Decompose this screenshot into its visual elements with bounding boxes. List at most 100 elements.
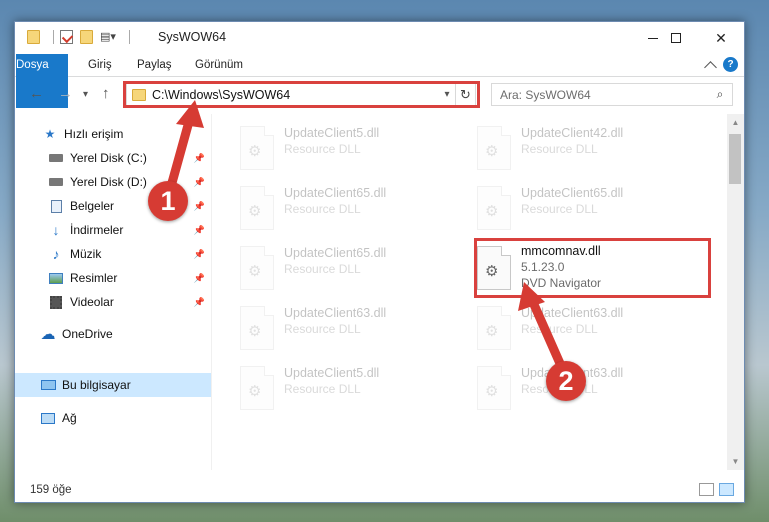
file-type: Resource DLL bbox=[284, 382, 361, 396]
file-item[interactable]: ⚙ UpdateClient63.dll Resource DLL bbox=[240, 302, 465, 356]
file-item[interactable]: ⚙ UpdateClient65.dll Resource DLL bbox=[477, 182, 702, 236]
navigation-pane: ★ Hızlı erişim Yerel Disk (C:) 📌 Yerel D… bbox=[15, 114, 211, 470]
pin-icon: 📌 bbox=[193, 272, 205, 283]
sidebar-item-pictures[interactable]: Resimler 📌 bbox=[15, 266, 211, 290]
file-name: UpdateClient63.dll bbox=[521, 306, 624, 320]
close-button[interactable]: ✕ bbox=[698, 22, 744, 54]
file-name: UpdateClient5.dll bbox=[284, 366, 380, 380]
sidebar-item-local-disk-c[interactable]: Yerel Disk (C:) 📌 bbox=[15, 146, 211, 170]
sidebar-item-onedrive[interactable]: ☁ OneDrive bbox=[15, 322, 211, 346]
gear-icon: ⚙ bbox=[248, 203, 262, 220]
scroll-down-icon[interactable]: ▼ bbox=[727, 453, 744, 470]
sidebar-item-downloads[interactable]: ↓ İndirmeler 📌 bbox=[15, 218, 211, 242]
gear-icon: ⚙ bbox=[248, 263, 262, 280]
sidebar-item-label: Yerel Disk (C:) bbox=[70, 151, 147, 165]
search-input[interactable]: Ara: SysWOW64 bbox=[500, 88, 712, 102]
title-bar: ▤▾ SysWOW64 ✕ bbox=[15, 22, 744, 54]
file-item[interactable]: ⚙ UpdateClient5.dll Resource DLL bbox=[240, 122, 465, 176]
file-list: ⚙ UpdateClient5.dll Resource DLL ⚙ Update… bbox=[225, 114, 725, 470]
download-icon: ↓ bbox=[52, 222, 60, 238]
sidebar-item-label: Yerel Disk (D:) bbox=[70, 175, 147, 189]
details-view-icon[interactable] bbox=[699, 483, 714, 496]
folder-icon bbox=[27, 30, 40, 44]
dll-file-icon: ⚙ bbox=[240, 126, 274, 170]
file-type: Resource DLL bbox=[284, 262, 361, 276]
star-icon: ★ bbox=[44, 127, 56, 141]
back-arrow-icon[interactable]: ← bbox=[29, 85, 44, 102]
recent-locations-icon[interactable]: ▾ bbox=[83, 89, 88, 100]
network-icon bbox=[40, 411, 56, 425]
scrollbar-thumb[interactable] bbox=[729, 134, 741, 184]
item-count: 159 öğe bbox=[30, 484, 72, 496]
properties-icon[interactable] bbox=[60, 30, 73, 44]
file-type: Resource DLL bbox=[521, 142, 598, 156]
pin-icon: 📌 bbox=[193, 224, 205, 235]
file-type: Resource DLL bbox=[521, 202, 598, 216]
address-highlight-box bbox=[123, 81, 480, 108]
file-item[interactable]: ⚙ UpdateClient63.dllResource DLL bbox=[477, 362, 702, 416]
pin-icon: 📌 bbox=[193, 296, 205, 307]
file-type: Resource DLL bbox=[521, 322, 598, 336]
pictures-icon bbox=[48, 271, 64, 285]
sidebar-item-this-pc[interactable]: Bu bilgisayar bbox=[15, 373, 211, 397]
file-item[interactable]: ⚙ UpdateClient5.dll Resource DLL bbox=[240, 362, 465, 416]
tab-view[interactable]: Görünüm bbox=[195, 54, 243, 77]
scroll-up-icon[interactable]: ▲ bbox=[727, 114, 744, 131]
large-icons-view-icon[interactable] bbox=[719, 483, 734, 496]
sidebar-item-network[interactable]: Ağ bbox=[15, 406, 211, 430]
sidebar-item-label: Hızlı erişim bbox=[64, 127, 124, 141]
help-icon[interactable]: ? bbox=[723, 57, 738, 72]
forward-arrow-icon[interactable]: → bbox=[58, 85, 73, 102]
sidebar-item-videos[interactable]: Videolar 📌 bbox=[15, 290, 211, 314]
step-badge-1: 1 bbox=[148, 181, 188, 221]
gear-icon: ⚙ bbox=[485, 383, 499, 400]
gear-icon: ⚙ bbox=[248, 323, 262, 340]
dll-file-icon: ⚙ bbox=[477, 186, 511, 230]
computer-icon bbox=[40, 378, 56, 392]
pin-icon: 📌 bbox=[193, 176, 205, 187]
vertical-scrollbar[interactable]: ▲ ▼ bbox=[727, 114, 744, 470]
quick-access-toolbar: ▤▾ bbox=[27, 30, 136, 44]
separator bbox=[128, 30, 130, 44]
sidebar-item-label: Resimler bbox=[70, 271, 118, 285]
drive-icon bbox=[48, 175, 64, 189]
maximize-button[interactable] bbox=[653, 22, 699, 54]
sidebar-item-label: İndirmeler bbox=[70, 223, 124, 237]
expand-ribbon-icon[interactable] bbox=[704, 60, 717, 74]
file-name: UpdateClient63.dll bbox=[284, 306, 387, 320]
file-item[interactable]: ⚙ UpdateClient65.dll Resource DLL bbox=[240, 182, 465, 236]
file-item[interactable]: ⚙ UpdateClient42.dll Resource DLL bbox=[477, 122, 702, 176]
dll-file-icon: ⚙ bbox=[240, 306, 274, 350]
search-box[interactable]: Ara: SysWOW64 ⌕ bbox=[491, 83, 733, 106]
window-title: SysWOW64 bbox=[158, 30, 227, 44]
music-icon: ♪ bbox=[52, 246, 60, 262]
dll-file-icon: ⚙ bbox=[477, 366, 511, 410]
sidebar-item-quick-access[interactable]: ★ Hızlı erişim bbox=[15, 122, 211, 146]
search-icon: ⌕ bbox=[716, 87, 724, 101]
sidebar-item-music[interactable]: ♪ Müzik 📌 bbox=[15, 242, 211, 266]
file-name: UpdateClient65.dll bbox=[284, 186, 387, 200]
separator bbox=[53, 30, 54, 44]
file-name: UpdateClient65.dll bbox=[284, 246, 387, 260]
dll-file-icon: ⚙ bbox=[477, 126, 511, 170]
sidebar-item-label: Videolar bbox=[70, 295, 114, 309]
sidebar-item-label: Belgeler bbox=[70, 199, 115, 213]
up-arrow-icon[interactable]: ↑ bbox=[102, 85, 110, 102]
ribbon-controls: ? bbox=[704, 57, 738, 74]
tab-share[interactable]: Paylaş bbox=[137, 54, 172, 77]
gear-icon: ⚙ bbox=[485, 143, 499, 160]
file-item[interactable]: ⚙ UpdateClient63.dll Resource DLL bbox=[477, 302, 702, 356]
file-item[interactable]: ⚙ UpdateClient65.dll Resource DLL bbox=[240, 242, 465, 296]
sidebar-item-label: Ağ bbox=[62, 411, 77, 425]
documents-icon bbox=[48, 199, 64, 213]
sidebar-item-label: OneDrive bbox=[62, 327, 113, 341]
dll-file-icon: ⚙ bbox=[477, 306, 511, 350]
ribbon-tabs: Dosya Giriş Paylaş Görünüm ? bbox=[15, 54, 744, 108]
new-folder-icon[interactable] bbox=[80, 30, 93, 44]
customize-qat-icon[interactable]: ▤▾ bbox=[100, 30, 116, 44]
tab-home[interactable]: Giriş bbox=[88, 54, 112, 77]
gear-icon: ⚙ bbox=[248, 383, 262, 400]
file-type: Resource DLL bbox=[284, 202, 361, 216]
file-name: UpdateClient42.dll bbox=[521, 126, 624, 140]
file-type: Resource DLL bbox=[284, 322, 361, 336]
